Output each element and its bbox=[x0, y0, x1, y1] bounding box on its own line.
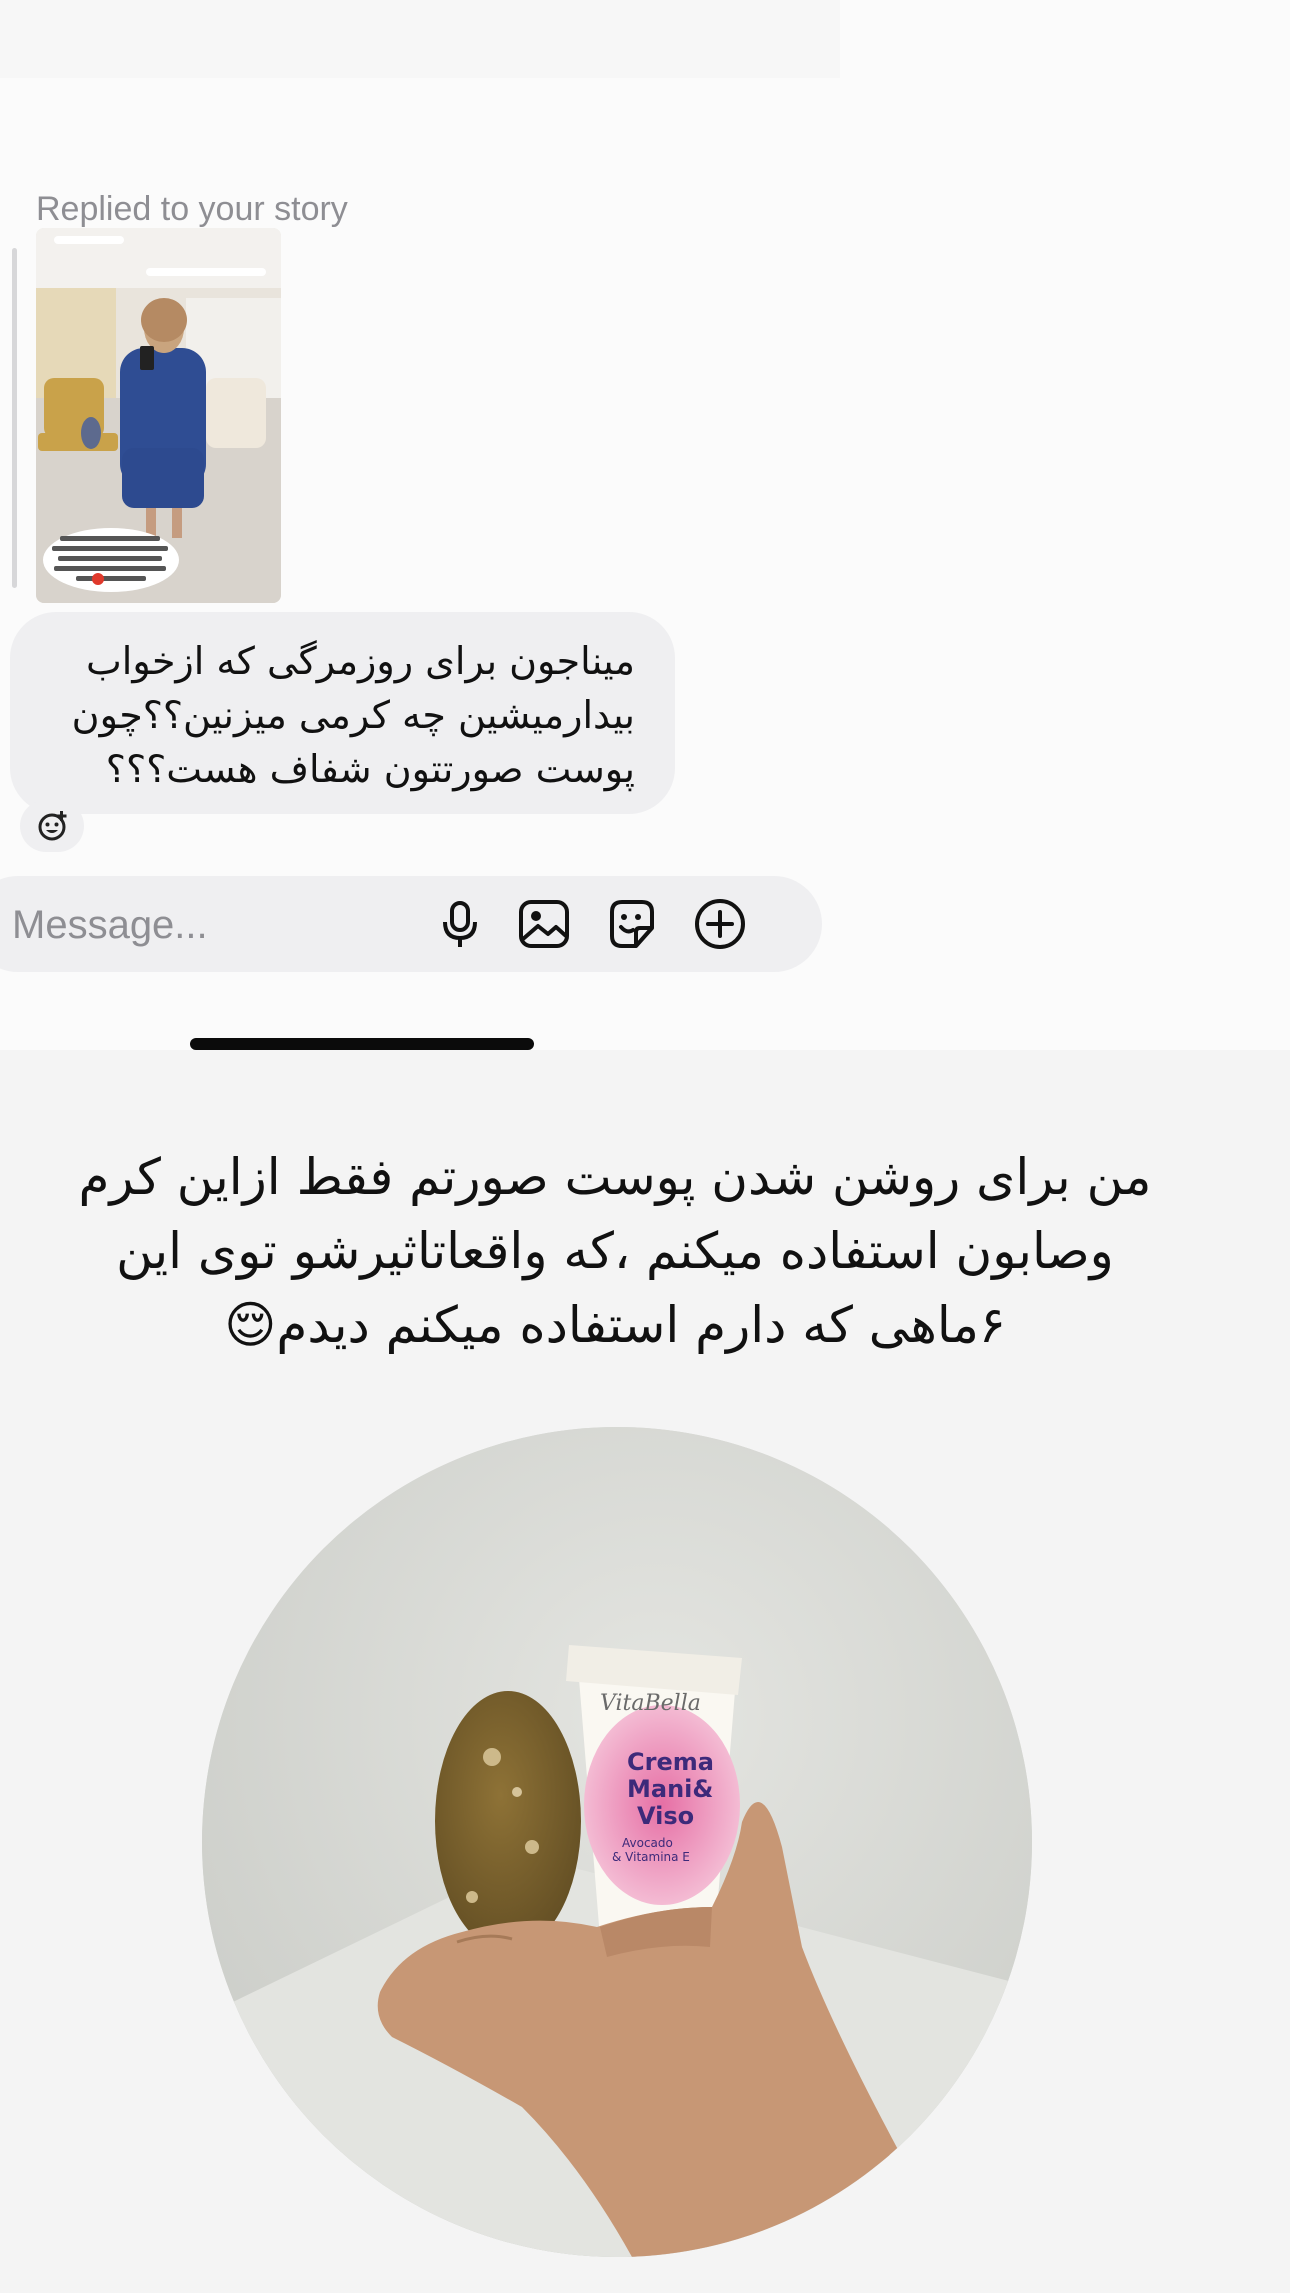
message-composer bbox=[0, 876, 822, 974]
add-reaction-button[interactable] bbox=[20, 800, 84, 852]
replied-to-story-label: Replied to your story bbox=[36, 190, 348, 228]
caption-line-3: ۶ماهی که دارم استفاده میکنم دیدم😌 bbox=[224, 1296, 1006, 1354]
story-thumbnail[interactable] bbox=[36, 228, 281, 603]
product-photo: VitaBella Crema Mani& Viso Avocado & Vit… bbox=[202, 1427, 1032, 2257]
message-input[interactable] bbox=[10, 876, 414, 974]
product-name-3: Viso bbox=[637, 1802, 694, 1830]
top-strip bbox=[0, 0, 840, 78]
story-photo bbox=[36, 228, 281, 603]
microphone-icon[interactable] bbox=[430, 894, 490, 954]
message-bubble[interactable]: میناجون برای روزمرگی که ازخواب بیدارمیشی… bbox=[10, 612, 675, 814]
caption-line-1: من برای روشن شدن پوست صورتم فقط ازاین کر… bbox=[78, 1148, 1152, 1206]
product-name-1: Crema bbox=[627, 1748, 714, 1776]
product-name-2: Mani& bbox=[627, 1775, 713, 1803]
sticker-icon[interactable] bbox=[602, 894, 662, 954]
message-text: میناجون برای روزمرگی که ازخواب بیدارمیشی… bbox=[71, 639, 635, 791]
caption-line-2: وصابون استفاده میکنم ،که واقعاتاثیرشو تو… bbox=[116, 1222, 1114, 1280]
plus-icon[interactable] bbox=[690, 894, 750, 954]
product-brand: VitaBella bbox=[600, 1691, 701, 1716]
story-caption: من برای روشن شدن پوست صورتم فقط ازاین کر… bbox=[60, 1140, 1170, 1362]
product-sub-1: Avocado bbox=[622, 1836, 673, 1850]
reply-indicator-bar bbox=[12, 248, 17, 588]
add-reaction-icon bbox=[38, 811, 67, 841]
product-photo-graphic: VitaBella Crema Mani& Viso Avocado & Vit… bbox=[202, 1427, 1032, 2257]
home-indicator bbox=[190, 1038, 534, 1050]
gallery-icon[interactable] bbox=[514, 894, 574, 954]
product-sub-2: & Vitamina E bbox=[612, 1850, 690, 1864]
